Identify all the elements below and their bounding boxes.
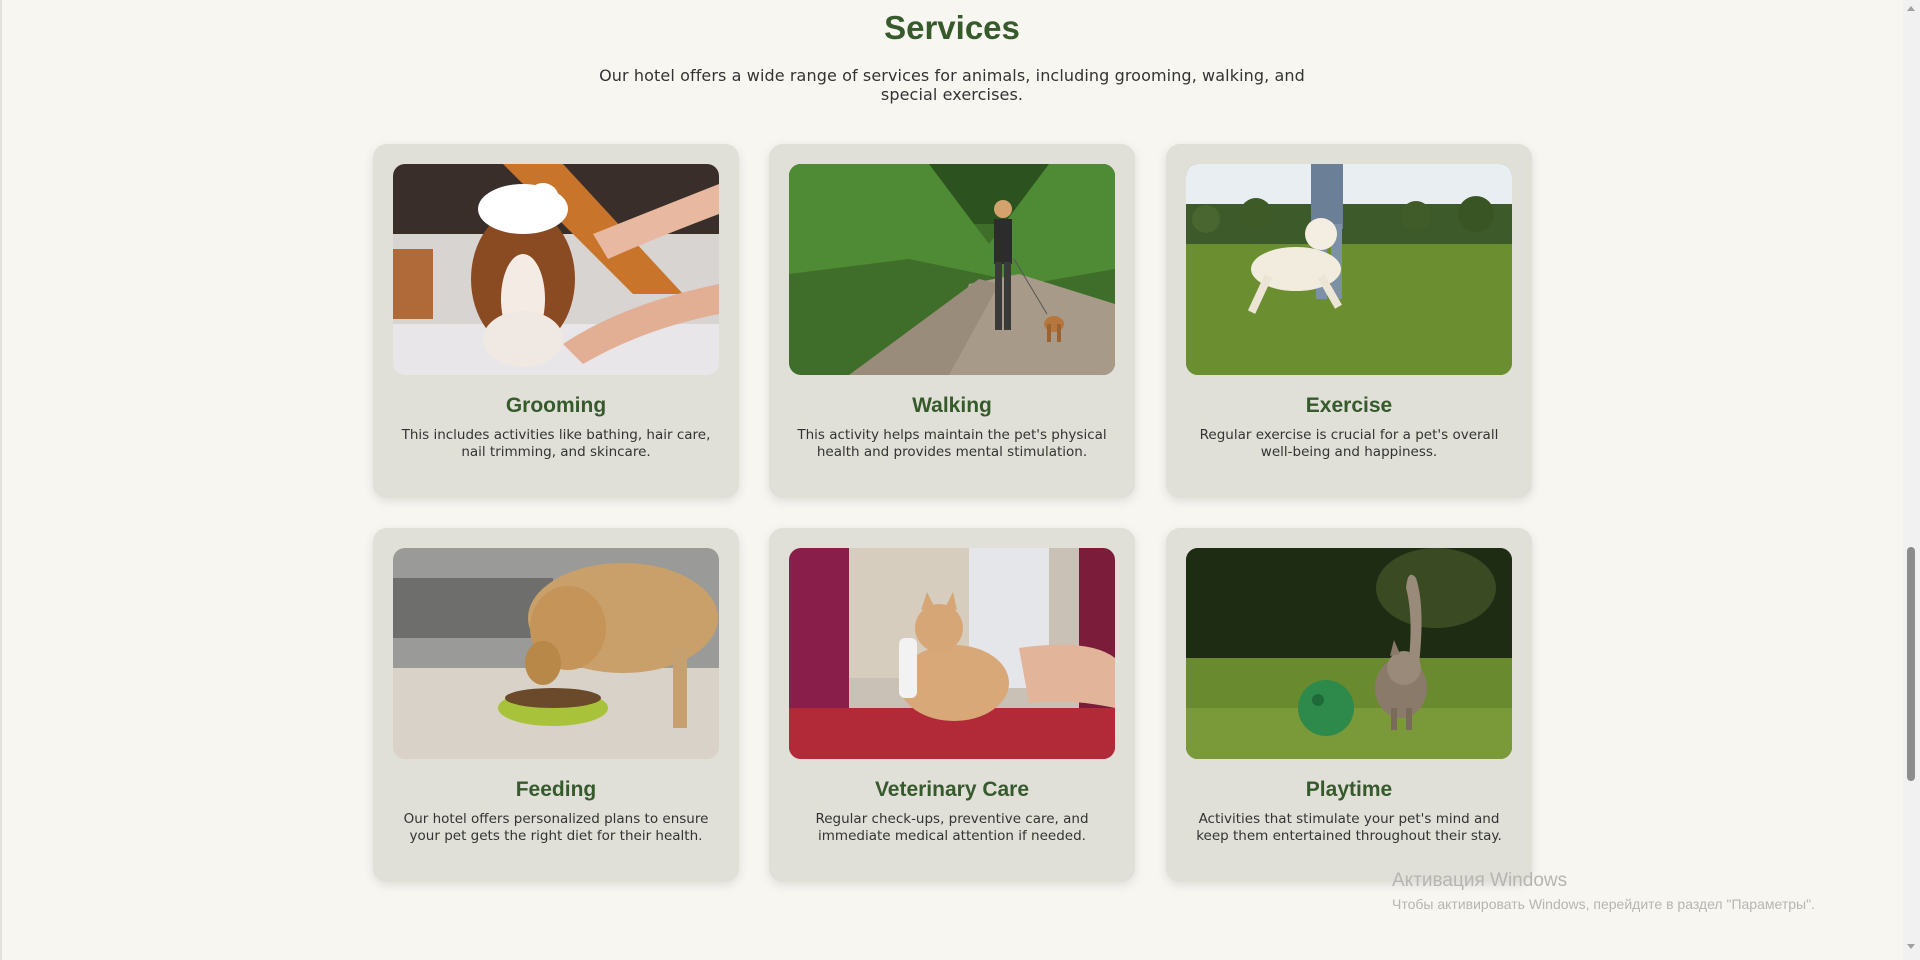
service-card-playtime[interactable]: Playtime Activities that stimulate your … <box>1166 528 1532 882</box>
scroll-up-arrow-icon[interactable] <box>1907 6 1915 11</box>
services-subtitle: Our hotel offers a wide range of service… <box>599 66 1305 104</box>
vertical-scrollbar[interactable] <box>1903 0 1920 960</box>
watermark-subtitle: Чтобы активировать Windows, перейдите в … <box>1392 896 1815 912</box>
left-border <box>0 0 2 960</box>
playtime-image <box>1186 548 1512 759</box>
services-title: Services <box>884 9 1020 46</box>
service-card-exercise[interactable]: Exercise Regular exercise is crucial for… <box>1166 144 1532 498</box>
service-card-walking[interactable]: Walking This activity helps maintain the… <box>769 144 1135 498</box>
card-description: This activity helps maintain the pet's p… <box>797 427 1107 460</box>
card-title: Walking <box>912 394 992 417</box>
page: Services Our hotel offers a wide range o… <box>0 0 1920 960</box>
card-description: Our hotel offers personalized plans to e… <box>403 811 709 844</box>
grooming-image <box>393 164 719 375</box>
card-title: Grooming <box>505 394 607 417</box>
watermark-title: Активация Windows <box>1392 870 1568 891</box>
card-description: Regular exercise is crucial for a pet's … <box>1199 427 1499 460</box>
veterinary-care-image <box>789 548 1115 759</box>
service-card-grooming[interactable]: Grooming This includes activities like b… <box>373 144 739 498</box>
card-title: Playtime <box>1305 778 1393 801</box>
exercise-image <box>1186 164 1512 375</box>
card-description: Activities that stimulate your pet's min… <box>1196 811 1502 844</box>
walking-image <box>789 164 1115 375</box>
scroll-down-arrow-icon[interactable] <box>1907 944 1915 949</box>
card-description: Regular check-ups, preventive care, and … <box>815 811 1089 844</box>
feeding-image <box>393 548 719 759</box>
card-title: Exercise <box>1305 394 1393 417</box>
card-description: This includes activities like bathing, h… <box>401 427 711 460</box>
scrollbar-thumb[interactable] <box>1907 547 1915 781</box>
card-title: Feeding <box>515 778 597 801</box>
service-card-feeding[interactable]: Feeding Our hotel offers personalized pl… <box>373 528 739 882</box>
card-title: Veterinary Care <box>874 778 1030 801</box>
windows-activation-watermark: Активация Windows Чтобы активировать Win… <box>1392 869 1815 913</box>
service-card-veterinary-care[interactable]: Veterinary Care Regular check-ups, preve… <box>769 528 1135 882</box>
